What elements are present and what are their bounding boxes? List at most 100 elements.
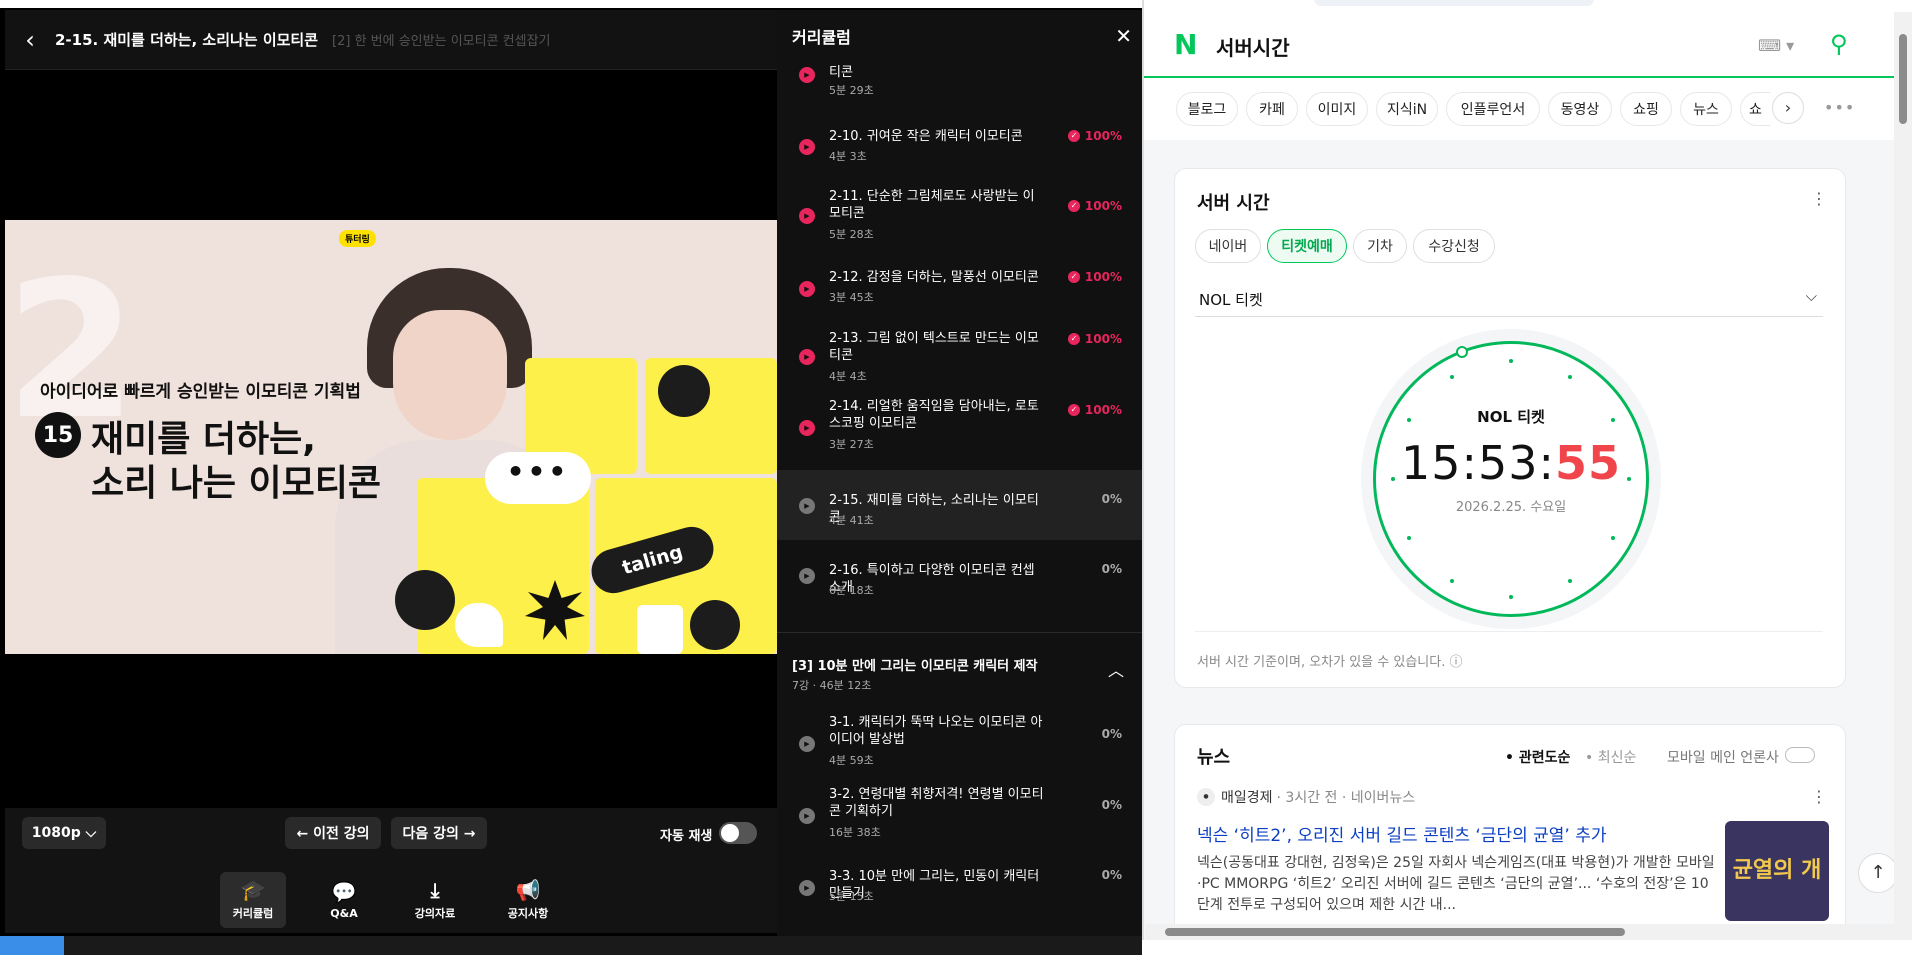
tab-blog[interactable]: 블로그 (1176, 92, 1238, 126)
chevron-right-icon[interactable]: › (1772, 92, 1804, 124)
lesson-progress: 0% (1101, 492, 1122, 506)
sort-relevance[interactable]: • 관련도순 (1505, 747, 1570, 767)
site-select[interactable]: NOL 티켓 ⌵ (1195, 281, 1823, 317)
tab-cafe[interactable]: 카페 (1246, 92, 1298, 126)
chevron-up-icon[interactable]: ︿ (1108, 657, 1124, 681)
press-name[interactable]: 매일경제 (1221, 787, 1273, 807)
tab-partial[interactable]: 쇼 (1740, 92, 1770, 126)
more-icon[interactable]: ⋮ (1811, 189, 1827, 208)
browser-panel: N 서버시간 ⌨ ▾ ⚲ 블로그 카페 이미지 지식iN 인플루언서 동영상 쇼… (1142, 0, 1920, 955)
chart-badge-icon (395, 570, 455, 630)
keyboard-icon[interactable]: ⌨ ▾ (1758, 36, 1794, 55)
server-clock: NOL 티켓 15:53:55 2026.2.25. 수요일 (1373, 341, 1649, 617)
server-time-card: 서버 시간 ⋮ 네이버 티켓예매 기차 수강신청 NOL 티켓 ⌵ NOL 티켓… (1174, 168, 1846, 688)
check-icon: ✓ (1067, 404, 1080, 416)
lesson-duration: 3분 27초 (829, 438, 874, 451)
lesson-duration: 6분 18초 (829, 584, 874, 597)
clock-tick (1406, 418, 1411, 422)
lesson-duration: 4분 3초 (829, 150, 867, 163)
curriculum-header: 커리큘럼 ✕ (777, 10, 1142, 62)
time-tab-course[interactable]: 수강신청 (1413, 229, 1495, 263)
clock-second-marker (1456, 346, 1468, 358)
lesson-duration: 16분 38초 (829, 826, 881, 839)
search-icon[interactable]: ⚲ (1830, 30, 1848, 58)
play-icon: ▶ (799, 208, 815, 224)
lesson-progress: ✓ 100% (1067, 332, 1122, 346)
section-header[interactable]: [3] 10분 만에 그리는 이모티콘 캐릭터 제작 7강 · 46분 12초 … (777, 632, 1142, 702)
lesson-progress: ✓ 100% (1067, 270, 1122, 284)
tab-shopping[interactable]: 쇼핑 (1620, 92, 1672, 126)
chevron-down-icon: ⌵ (1805, 287, 1817, 305)
lesson-item[interactable]: ▶ 2-13. 그림 없이 텍스트로 만드는 이모티콘 4분 4초 ✓ 100% (777, 328, 1142, 398)
press-row: ● 매일경제 · 3시간 전 · 네이버뉴스 (1197, 787, 1415, 807)
lesson-progress: ✓ 100% (1067, 403, 1122, 417)
lesson-item[interactable]: ▶ 티콘 5분 29초 (777, 64, 1142, 112)
bottom-tab-bar: 🎓 커리큘럼 💬 Q&A ⤓ 강의자료 📢 공지사항 (5, 858, 777, 933)
clock-tick (1509, 359, 1513, 363)
more-horizontal-icon[interactable]: ••• (1824, 98, 1855, 117)
lesson-item[interactable]: ▶ 2-12. 감정을 더하는, 말풍선 이모티콘 3분 45초 ✓ 100% (777, 267, 1142, 337)
video-frame[interactable]: 2 튜터링 아이디어로 빠르게 승인받는 이모티콘 기획법 15 재미를 더하는… (5, 220, 777, 654)
horizontal-scrollbar[interactable] (1145, 924, 1894, 940)
lesson-item[interactable]: ▶ 2-16. 특이하고 다양한 이모티콘 컨셉 소개 6분 18초 0% (777, 552, 1142, 622)
news-thumbnail[interactable]: 균열의 개방 (1725, 821, 1829, 921)
next-lecture-button[interactable]: 다음 강의 → (391, 817, 487, 849)
lesson-progress: 0% (1101, 868, 1122, 882)
tab-influencer[interactable]: 인플루언서 (1446, 92, 1540, 126)
tab-kin[interactable]: 지식iN (1376, 92, 1438, 126)
scroll-top-button[interactable]: ↑ (1858, 853, 1898, 893)
clock-tick (1568, 374, 1572, 379)
window-bottom-edge (1142, 940, 1920, 955)
brand-pill: 튜터링 (339, 230, 376, 247)
time-tab-ticket[interactable]: 티켓예매 (1267, 229, 1347, 263)
lesson-item[interactable]: ▶ 2-14. 리얼한 움직임을 담아내는, 로토스코핑 이모티콘 3분 27초… (777, 398, 1142, 468)
sort-latest[interactable]: • 최신순 (1585, 747, 1636, 767)
clock-tick (1406, 536, 1411, 540)
autoplay-label: 자동 재생 (660, 829, 713, 844)
tab-materials[interactable]: ⤓ 강의자료 (402, 872, 468, 928)
lesson-item[interactable]: ▶ 3-1. 캐릭터가 뚝딱 나오는 이모티콘 아이디어 발상법 4분 59초 … (777, 712, 1142, 782)
mobile-press-toggle[interactable] (1785, 747, 1815, 763)
circle-shape (690, 600, 740, 650)
check-icon: ✓ (1067, 200, 1080, 212)
tab-images[interactable]: 이미지 (1306, 92, 1368, 126)
lesson-duration: 4분 41초 (829, 514, 874, 527)
curriculum-title: 커리큘럼 (792, 28, 851, 47)
more-icon[interactable]: ⋮ (1811, 787, 1827, 806)
lesson-item[interactable]: ▶ 2-11. 단순한 그림체로도 사랑받는 이모티콘 5분 28초 ✓ 100% (777, 186, 1142, 256)
naver-logo[interactable]: N (1174, 31, 1198, 59)
time-tab-naver[interactable]: 네이버 (1195, 229, 1261, 263)
playback-progress-bar[interactable] (0, 936, 1142, 955)
autoplay-toggle[interactable] (719, 822, 757, 844)
vertical-scrollbar[interactable] (1894, 12, 1912, 944)
lesson-item[interactable]: ▶ 3-3. 10분 만에 그리는, 민동이 캐릭터 만들기 5분 15초 0% (777, 866, 1142, 936)
prev-lecture-button[interactable]: ← 이전 강의 (285, 817, 381, 849)
player-controls: 1080p ⌵ ← 이전 강의 다음 강의 → 자동 재생 (5, 808, 777, 858)
tab-video[interactable]: 동영상 (1548, 92, 1612, 126)
close-icon[interactable]: ✕ (1115, 24, 1132, 48)
speech-bubble: ••• (485, 452, 591, 504)
check-icon: ✓ (1067, 333, 1080, 345)
graduation-cap-icon: 🎓 (240, 878, 266, 902)
tab-curriculum[interactable]: 🎓 커리큘럼 (220, 872, 286, 928)
play-icon: ▶ (799, 67, 815, 83)
lesson-duration: 5분 28초 (829, 228, 874, 241)
url-strip (1144, 0, 1920, 12)
time-tab-train[interactable]: 기차 (1353, 229, 1407, 263)
back-icon[interactable]: ‹ (5, 26, 55, 54)
tab-news[interactable]: 뉴스 (1680, 92, 1732, 126)
quality-select[interactable]: 1080p ⌵ (22, 817, 106, 849)
section-meta: 7강 · 46분 12초 (792, 679, 872, 692)
lesson-item-current[interactable]: ▶ 2-15. 재미를 더하는, 소리나는 이모티콘 4분 41초 0% (777, 470, 1142, 540)
search-input[interactable]: 서버시간 (1216, 32, 1290, 61)
lesson-item[interactable]: ▶ 3-2. 연령대별 취향저격! 연령별 이모티콘 기획하기 16분 38초 … (777, 786, 1142, 856)
play-icon: ▶ (799, 139, 815, 155)
white-square (637, 605, 683, 654)
clock-tick (1611, 536, 1616, 540)
tab-notices[interactable]: 📢 공지사항 (495, 872, 561, 928)
tab-qna[interactable]: 💬 Q&A (311, 872, 377, 928)
lesson-duration: 4분 59초 (829, 754, 874, 767)
mobile-press-label: 모바일 메인 언론사 (1667, 750, 1779, 766)
news-headline[interactable]: 넥슨 ‘히트2’, 오리진 서버 길드 콘텐츠 ‘금단의 균열’ 추가 (1197, 821, 1717, 846)
play-icon: ▶ (799, 349, 815, 365)
